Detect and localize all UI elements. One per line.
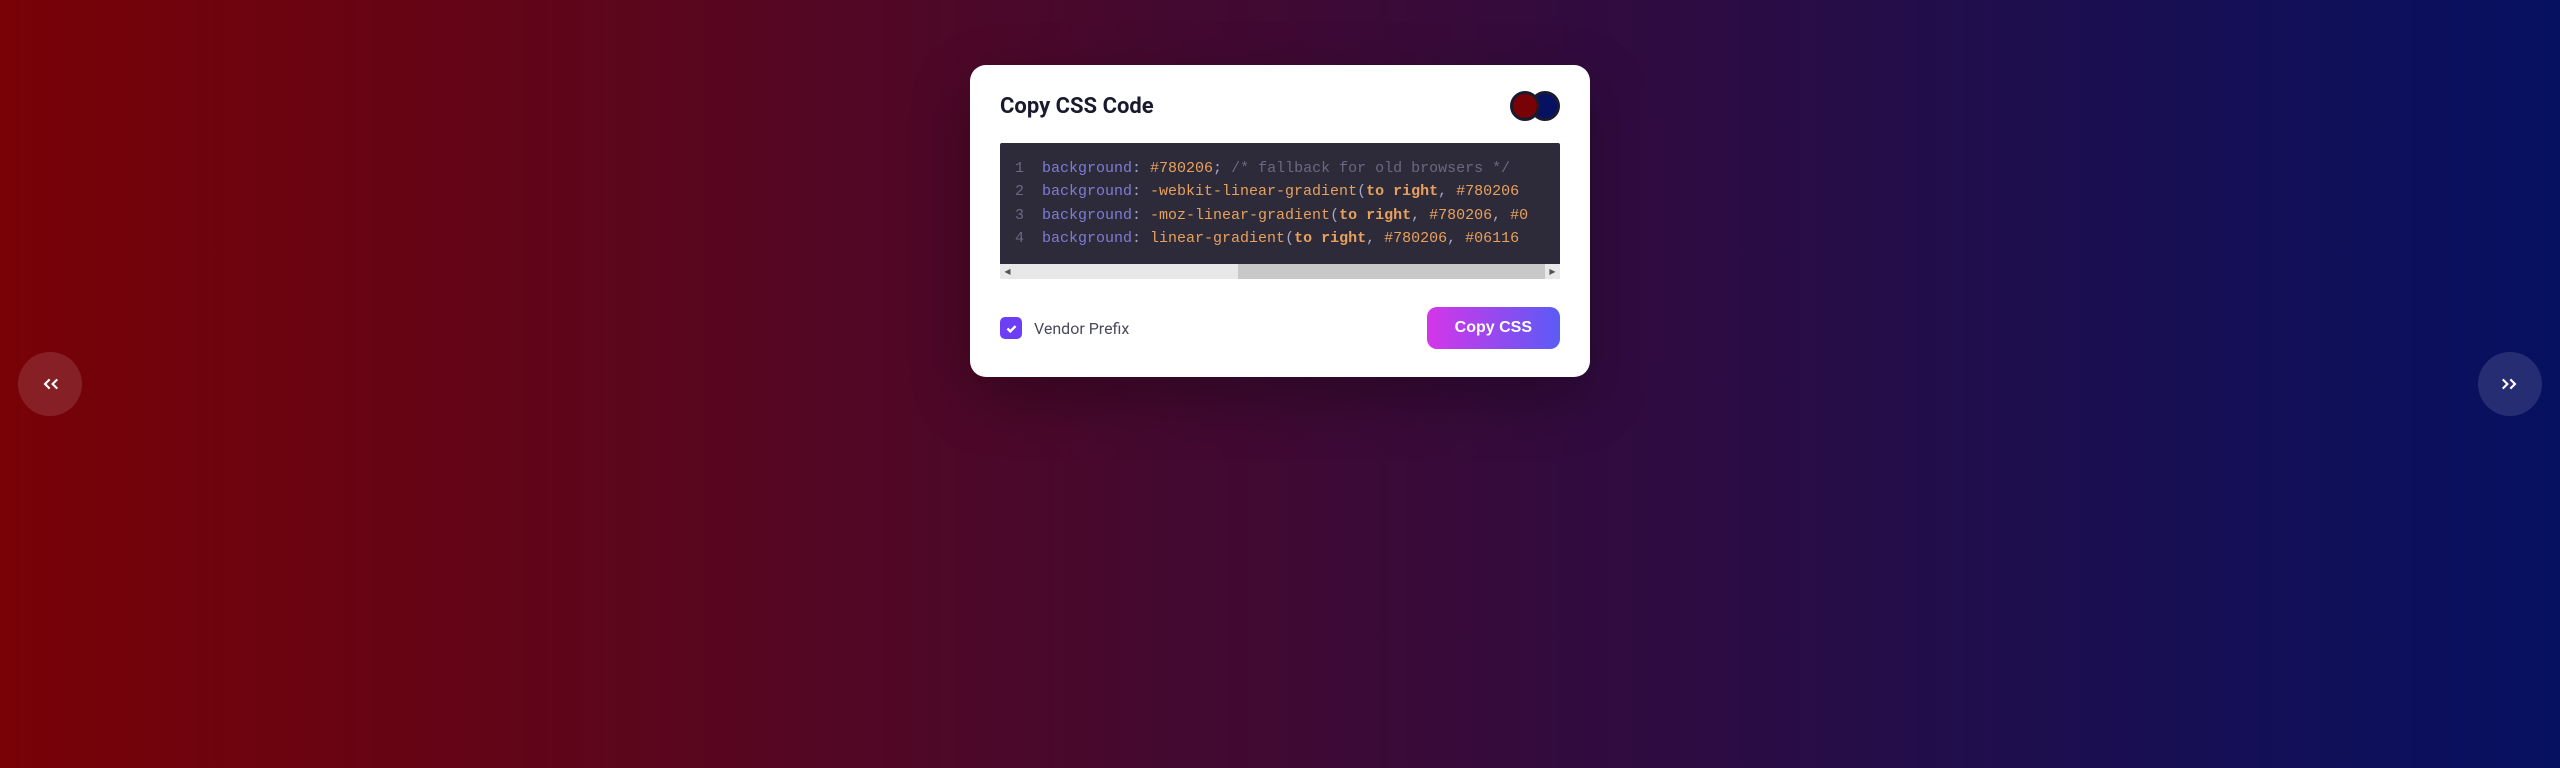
code-content: background: linear-gradient(to right, #7… [1042, 227, 1519, 250]
line-number: 3 [1012, 204, 1042, 227]
scroll-track[interactable] [1015, 264, 1545, 279]
code-line: 1 background: #780206; /* fallback for o… [1012, 157, 1548, 180]
vendor-prefix-checkbox-wrap[interactable]: Vendor Prefix [1000, 317, 1129, 339]
scroll-thumb[interactable] [1015, 264, 1238, 279]
chevron-double-left-icon [37, 371, 63, 397]
vendor-prefix-checkbox[interactable] [1000, 317, 1022, 339]
horizontal-scrollbar[interactable]: ◀ ▶ [1000, 264, 1560, 279]
copy-css-card: Copy CSS Code 1 background: #780206; /* … [970, 65, 1590, 377]
line-number: 4 [1012, 227, 1042, 250]
code-line: 3 background: -moz-linear-gradient(to ri… [1012, 204, 1548, 227]
vendor-prefix-label: Vendor Prefix [1034, 319, 1129, 338]
card-header: Copy CSS Code [1000, 91, 1560, 121]
copy-css-button[interactable]: Copy CSS [1427, 307, 1560, 349]
scroll-right-arrow[interactable]: ▶ [1545, 264, 1560, 279]
prev-gradient-button[interactable] [18, 352, 82, 416]
code-line: 4 background: linear-gradient(to right, … [1012, 227, 1548, 250]
line-number: 2 [1012, 180, 1042, 203]
card-title: Copy CSS Code [1000, 94, 1154, 119]
card-footer: Vendor Prefix Copy CSS [1000, 307, 1560, 349]
scroll-left-arrow[interactable]: ◀ [1000, 264, 1015, 279]
code-content: background: #780206; /* fallback for old… [1042, 157, 1510, 180]
css-code-block[interactable]: 1 background: #780206; /* fallback for o… [1000, 143, 1560, 264]
code-content: background: -webkit-linear-gradient(to r… [1042, 180, 1519, 203]
code-line: 2 background: -webkit-linear-gradient(to… [1012, 180, 1548, 203]
code-content: background: -moz-linear-gradient(to righ… [1042, 204, 1528, 227]
color-swatch-1 [1510, 91, 1540, 121]
gradient-color-swatches [1510, 91, 1560, 121]
line-number: 1 [1012, 157, 1042, 180]
check-icon [1005, 322, 1018, 335]
next-gradient-button[interactable] [2478, 352, 2542, 416]
chevron-double-right-icon [2497, 371, 2523, 397]
